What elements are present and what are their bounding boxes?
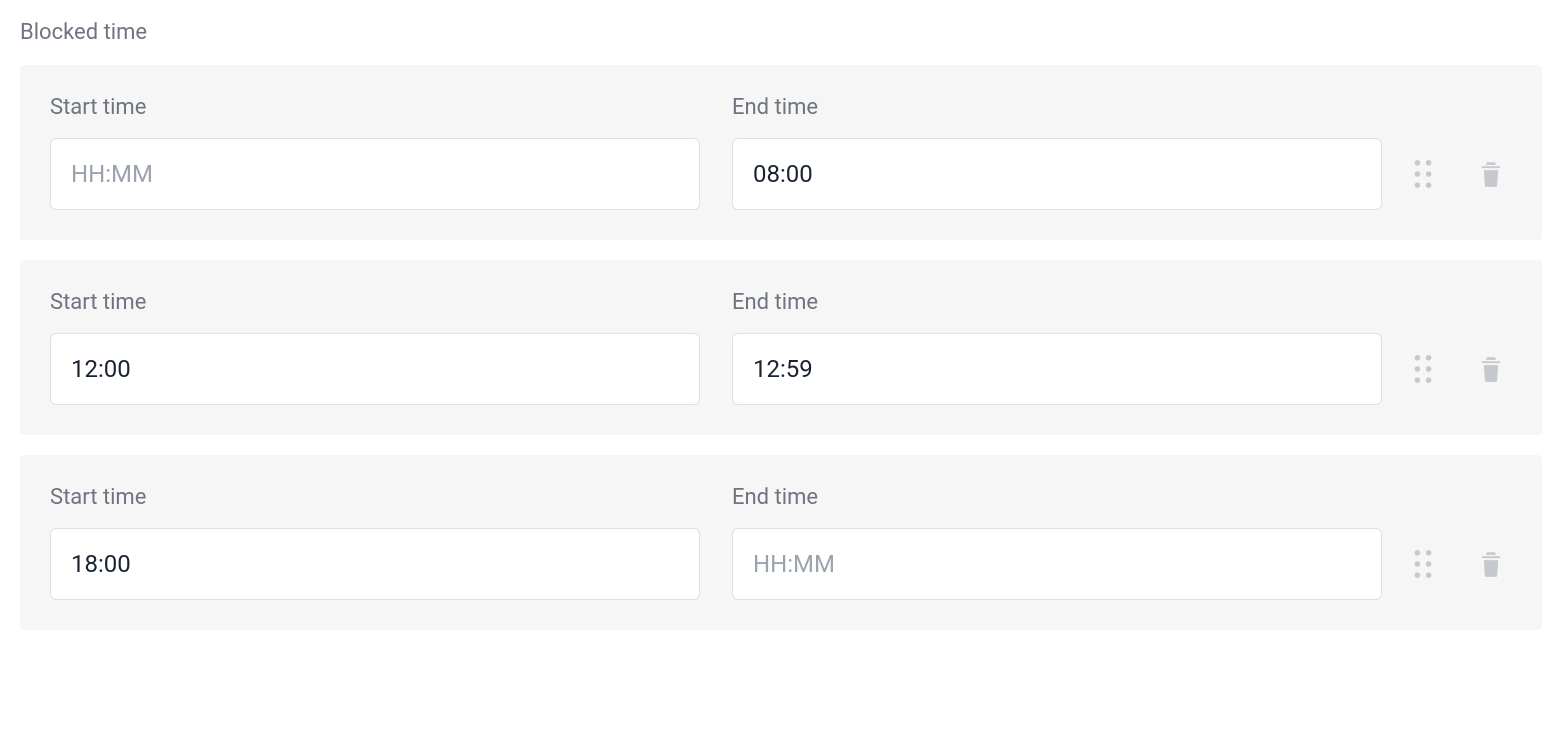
start-time-field: Start time	[50, 485, 700, 600]
start-time-field: Start time	[50, 290, 700, 405]
trash-icon[interactable]	[1480, 161, 1502, 187]
end-time-field: End time	[732, 95, 1382, 210]
trash-icon[interactable]	[1480, 356, 1502, 382]
row-actions	[1414, 138, 1512, 210]
drag-handle-icon[interactable]	[1414, 550, 1432, 578]
row-actions	[1414, 528, 1512, 600]
time-row: Start time End time	[20, 260, 1542, 435]
drag-handle-icon[interactable]	[1414, 160, 1432, 188]
trash-icon[interactable]	[1480, 551, 1502, 577]
start-time-label: Start time	[50, 485, 700, 510]
time-row: Start time End time	[20, 455, 1542, 630]
start-time-input[interactable]	[50, 333, 700, 405]
start-time-field: Start time	[50, 95, 700, 210]
section-title: Blocked time	[20, 20, 1542, 45]
blocked-time-section: Blocked time Start time End time Start t…	[20, 20, 1542, 630]
start-time-input[interactable]	[50, 528, 700, 600]
drag-handle-icon[interactable]	[1414, 355, 1432, 383]
end-time-input[interactable]	[732, 333, 1382, 405]
start-time-input[interactable]	[50, 138, 700, 210]
start-time-label: Start time	[50, 95, 700, 120]
end-time-label: End time	[732, 485, 1382, 510]
end-time-field: End time	[732, 485, 1382, 600]
end-time-label: End time	[732, 95, 1382, 120]
end-time-input[interactable]	[732, 138, 1382, 210]
end-time-label: End time	[732, 290, 1382, 315]
row-actions	[1414, 333, 1512, 405]
end-time-input[interactable]	[732, 528, 1382, 600]
end-time-field: End time	[732, 290, 1382, 405]
time-row: Start time End time	[20, 65, 1542, 240]
start-time-label: Start time	[50, 290, 700, 315]
